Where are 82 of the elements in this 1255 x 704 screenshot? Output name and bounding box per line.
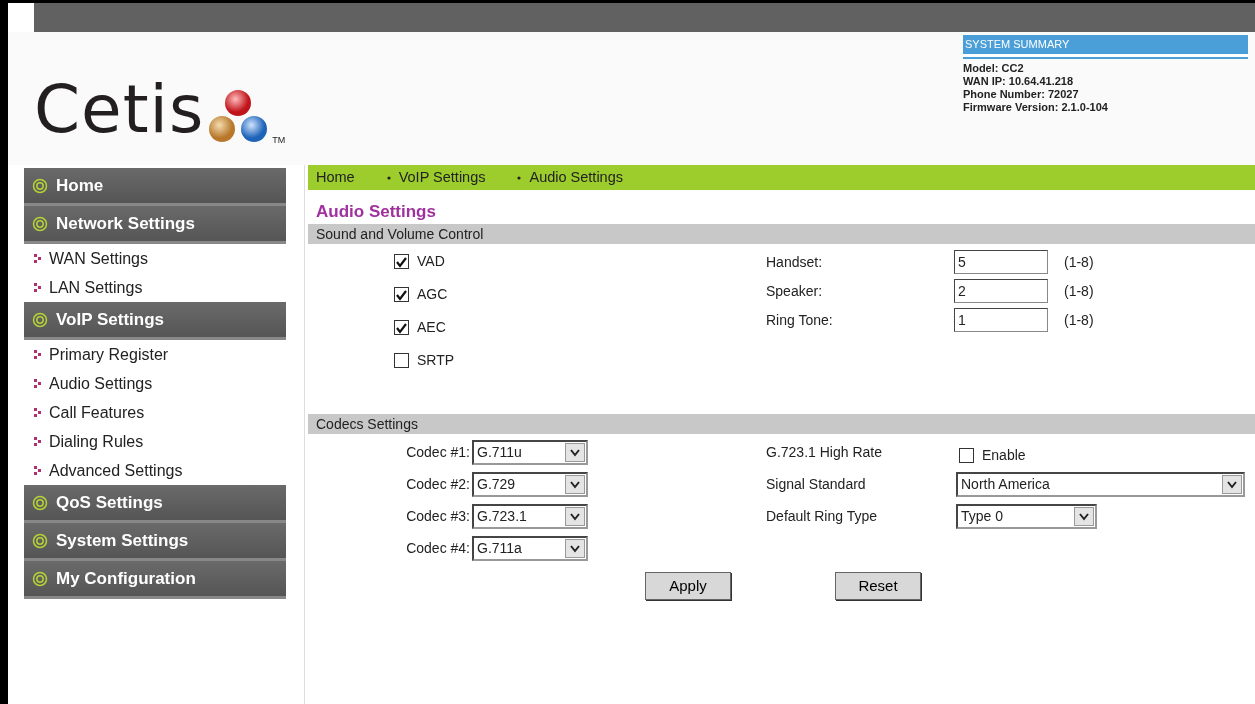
select-field[interactable]: Type 0 — [956, 503, 1097, 529]
push-button[interactable]: Apply — [645, 572, 731, 600]
caret-icon — [1222, 474, 1242, 494]
caret-icon — [565, 538, 585, 558]
select-field[interactable]: G.711a — [472, 535, 588, 561]
logo-text: Cetis — [34, 77, 205, 143]
checkbox-label: SRTP — [417, 351, 455, 370]
sidebar-header[interactable]: Home — [24, 168, 286, 206]
sidebar-item[interactable]: Call Features — [24, 398, 286, 427]
caret-icon — [565, 474, 585, 494]
range-hint: (1-8) — [1064, 281, 1094, 301]
sidebar-header[interactable]: Network Settings — [24, 206, 286, 244]
page-title: Audio Settings — [315, 201, 437, 223]
breadcrumb-link[interactable]: VoIP Settings — [398, 166, 486, 189]
checkbox-label: Enable — [982, 445, 1026, 465]
sidebar-item[interactable]: Audio Settings — [24, 369, 286, 398]
field-label: Handset: — [766, 252, 824, 272]
field-label: Signal Standard — [766, 474, 867, 494]
target-icon — [32, 532, 48, 549]
checkbox[interactable] — [394, 254, 409, 269]
checkbox[interactable] — [394, 353, 409, 368]
sidebar-header[interactable]: System Settings — [24, 523, 286, 561]
sidebar-header[interactable]: My Configuration — [24, 561, 286, 599]
field-label: Speaker: — [766, 281, 824, 301]
bullet-icon — [34, 350, 41, 359]
checkbox-label: AGC — [417, 285, 448, 304]
target-icon — [32, 215, 48, 232]
field-label: Codec #1: — [405, 442, 471, 462]
input-field[interactable]: 1 — [954, 308, 1048, 332]
sidebar-item[interactable]: Dialing Rules — [24, 427, 286, 456]
sidebar-header[interactable]: VoIP Settings — [24, 302, 286, 340]
bullet-icon — [386, 175, 391, 180]
sidebar-item[interactable]: WAN Settings — [24, 244, 286, 273]
target-icon — [32, 311, 48, 328]
select-field[interactable]: G.723.1 — [472, 503, 588, 529]
select-field[interactable]: G.729 — [472, 471, 588, 497]
target-icon — [32, 570, 48, 587]
section-header: Codecs Settings — [308, 414, 1255, 434]
select-field[interactable]: North America — [956, 471, 1245, 497]
field-label: Codec #3: — [405, 506, 471, 526]
checkbox[interactable] — [959, 447, 974, 463]
trademark: TM — [272, 133, 286, 147]
bullet-icon — [34, 283, 41, 292]
summary-line: Firmware Version: 2.1.0-104 — [963, 100, 1109, 114]
bullet-icon — [34, 379, 41, 388]
field-label: Default Ring Type — [766, 506, 879, 526]
bullet-icon — [34, 254, 41, 263]
logo-icon — [208, 89, 269, 143]
bullet-icon — [34, 466, 41, 475]
bullet-icon — [34, 408, 41, 417]
input-field[interactable]: 2 — [954, 279, 1048, 303]
bullet-icon — [34, 437, 41, 446]
target-icon — [32, 494, 48, 511]
caret-icon — [565, 506, 585, 526]
section-header: Sound and Volume Control — [308, 224, 1255, 244]
caret-icon — [1074, 506, 1094, 526]
caret-icon — [565, 442, 585, 462]
checkbox[interactable] — [394, 320, 409, 335]
field-label: G.723.1 High Rate — [766, 442, 883, 462]
breadcrumb-link[interactable]: Home — [316, 166, 355, 189]
field-label: Codec #4: — [405, 538, 471, 558]
range-hint: (1-8) — [1064, 310, 1094, 330]
range-hint: (1-8) — [1064, 252, 1094, 272]
checkbox[interactable] — [394, 287, 409, 302]
sidebar-item[interactable]: Primary Register — [24, 340, 286, 369]
input-field[interactable]: 5 — [954, 250, 1048, 274]
breadcrumb-link[interactable]: Audio Settings — [529, 166, 623, 189]
summary-line: WAN IP: 10.64.41.218 — [963, 74, 1075, 88]
checkbox-label: AEC — [417, 318, 446, 337]
sidebar-item[interactable]: LAN Settings — [24, 273, 286, 302]
sidebar-item[interactable]: Advanced Settings — [24, 456, 286, 485]
bullet-icon — [517, 175, 522, 180]
sidebar-header[interactable]: QoS Settings — [24, 485, 286, 523]
push-button[interactable]: Reset — [835, 572, 921, 600]
field-label: Ring Tone: — [766, 310, 834, 330]
target-icon — [32, 177, 48, 194]
summary-line: Model: CC2 — [963, 61, 1025, 75]
checkbox-label: VAD — [417, 252, 445, 271]
summary-title: SYSTEM SUMMARY — [963, 35, 1248, 57]
summary-line: Phone Number: 72027 — [963, 87, 1080, 101]
field-label: Codec #2: — [405, 474, 471, 494]
select-field[interactable]: G.711u — [472, 439, 588, 465]
